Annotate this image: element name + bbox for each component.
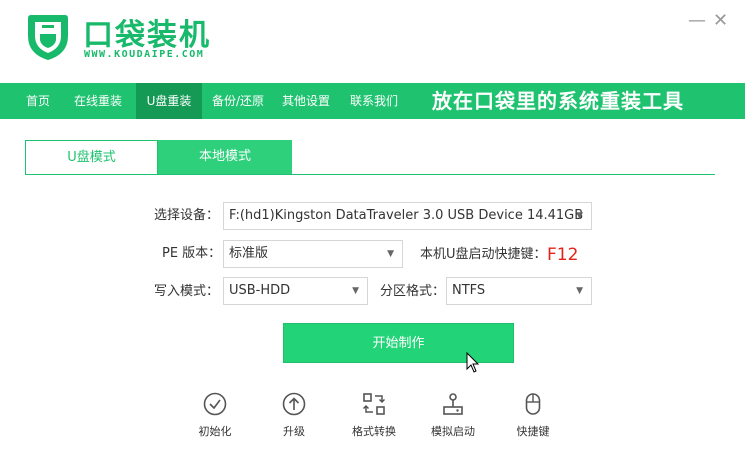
chevron-down-icon: ▼ [387, 249, 394, 259]
nav-item-other-settings[interactable]: 其他设置 [274, 83, 338, 119]
tool-upgrade[interactable]: 升级 [259, 391, 329, 439]
pe-version-value: 标准版 [229, 246, 269, 261]
pe-version-select[interactable]: 标准版 ▼ [223, 240, 403, 268]
nav-slogan: 放在口袋里的系统重装工具 [432, 89, 684, 113]
pocket-shield-logo-icon [28, 15, 68, 60]
tool-format-convert[interactable]: 格式转换 [339, 391, 409, 439]
device-select-value: F:(hd1)Kingston DataTraveler 3.0 USB Dev… [229, 208, 584, 223]
chevron-down-icon: ▼ [576, 286, 583, 296]
nav-item-contact-us[interactable]: 联系我们 [342, 83, 406, 119]
mouse-cursor-icon [466, 352, 480, 373]
pe-version-label: PE 版本： [162, 246, 222, 261]
main-nav: 首页 在线重装 U盘重装 备份/还原 其他设置 联系我们 放在口袋里的系统重装工… [0, 83, 745, 119]
mouse-icon [525, 393, 541, 415]
chevron-down-icon: ▼ [352, 286, 359, 296]
tab-local-mode[interactable]: 本地模式 [158, 140, 292, 174]
tool-hotkey[interactable]: 快捷键 [498, 391, 568, 439]
write-mode-select[interactable]: USB-HDD ▼ [223, 277, 368, 305]
tab-divider [25, 174, 715, 175]
convert-icon [362, 393, 386, 415]
check-circle-icon [203, 392, 227, 416]
tab-usb-mode[interactable]: U盘模式 [25, 140, 158, 175]
nav-item-usb-reinstall[interactable]: U盘重装 [136, 83, 202, 119]
minimize-button[interactable]: — [688, 12, 706, 30]
app-title: 口袋装机 [83, 18, 211, 53]
app-header: 口袋装机 WWW.KOUDAIPE.COM — ✕ [0, 0, 745, 82]
tool-simulate-boot[interactable]: 模拟启动 [418, 391, 488, 439]
arrow-up-circle-icon [282, 392, 306, 416]
nav-item-online-reinstall[interactable]: 在线重装 [64, 83, 132, 119]
close-button[interactable]: ✕ [713, 12, 728, 30]
partition-format-label: 分区格式： [380, 284, 446, 299]
joystick-icon [443, 393, 463, 415]
tool-format-convert-label: 格式转换 [352, 425, 396, 438]
tool-initialize-label: 初始化 [198, 425, 232, 438]
nav-item-home[interactable]: 首页 [14, 83, 62, 119]
partition-format-select[interactable]: NTFS ▼ [446, 277, 592, 305]
app-url: WWW.KOUDAIPE.COM [84, 49, 205, 60]
device-select[interactable]: F:(hd1)Kingston DataTraveler 3.0 USB Dev… [223, 202, 592, 230]
tool-hotkey-label: 快捷键 [516, 425, 550, 438]
partition-format-value: NTFS [452, 283, 486, 298]
hotkey-value: F12 [547, 245, 579, 265]
write-mode-value: USB-HDD [229, 283, 291, 298]
nav-item-backup-restore[interactable]: 备份/还原 [204, 83, 272, 119]
device-label: 选择设备： [154, 208, 220, 223]
write-mode-label: 写入模式： [154, 284, 220, 299]
chevron-down-icon: ▼ [576, 211, 583, 221]
hotkey-label: 本机U盘启动快捷键： [420, 247, 547, 262]
tool-upgrade-label: 升级 [283, 425, 305, 438]
tool-simulate-boot-label: 模拟启动 [431, 425, 475, 438]
tool-initialize[interactable]: 初始化 [180, 391, 250, 439]
